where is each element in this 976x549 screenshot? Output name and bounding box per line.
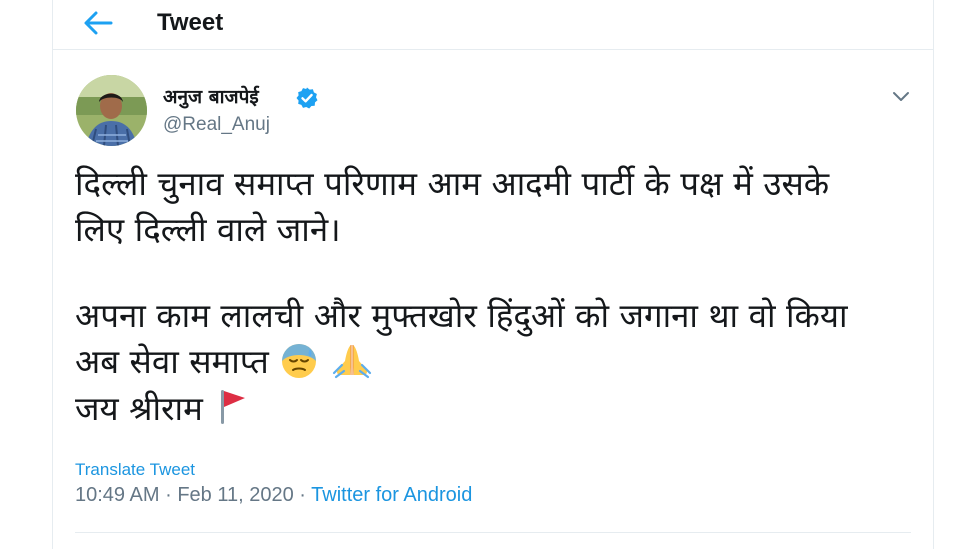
verified-badge-icon (295, 86, 319, 110)
more-options-button[interactable] (887, 82, 915, 110)
tweet-text-segment: अब सेवा समाप्त (75, 342, 269, 381)
avatar[interactable] (76, 75, 147, 146)
divider (75, 532, 911, 533)
author-display-name[interactable]: अनुज बाजपेई (163, 83, 259, 109)
chevron-down-icon (893, 92, 909, 101)
translate-tweet-link[interactable]: Translate Tweet (75, 460, 195, 480)
downcast-face-with-sweat-icon (279, 341, 319, 390)
triangular-flag-icon (213, 386, 249, 437)
tweet-date[interactable]: Feb 11, 2020 (177, 484, 293, 506)
tweet-text-line: अपना काम लालची और मुफ्तखोर हिंदुओं को जग… (75, 296, 848, 335)
tweet-text-line: दिल्ली चुनाव समाप्त परिणाम आम आदमी पार्ट… (75, 164, 830, 203)
page-header: Tweet (53, 0, 933, 50)
tweet-text-segment: जय श्रीराम (75, 389, 203, 428)
arrow-left-icon (84, 11, 113, 35)
tweet-time[interactable]: 10:49 AM (75, 484, 160, 506)
tweet-metadata: 10:49 AM · Feb 11, 2020 · Twitter for An… (75, 484, 472, 507)
author-handle[interactable]: @Real_Anuj (163, 114, 270, 136)
tweet-source-link[interactable]: Twitter for Android (311, 484, 472, 506)
tweet-text-line: जय श्रीराम (75, 386, 249, 437)
tweet-text-line: अब सेवा समाप्त (75, 340, 374, 390)
folded-hands-icon (330, 341, 374, 390)
tweet-detail-panel: Tweet अनुज बाजपेई @Real_Anuj दिल्ली चुना… (52, 0, 934, 549)
page-title: Tweet (157, 9, 224, 36)
meta-separator: · (299, 484, 306, 506)
back-button[interactable] (79, 6, 117, 40)
meta-separator: · (165, 484, 172, 506)
tweet-text-line: लिए दिल्ली वाले जाने। (75, 210, 341, 249)
